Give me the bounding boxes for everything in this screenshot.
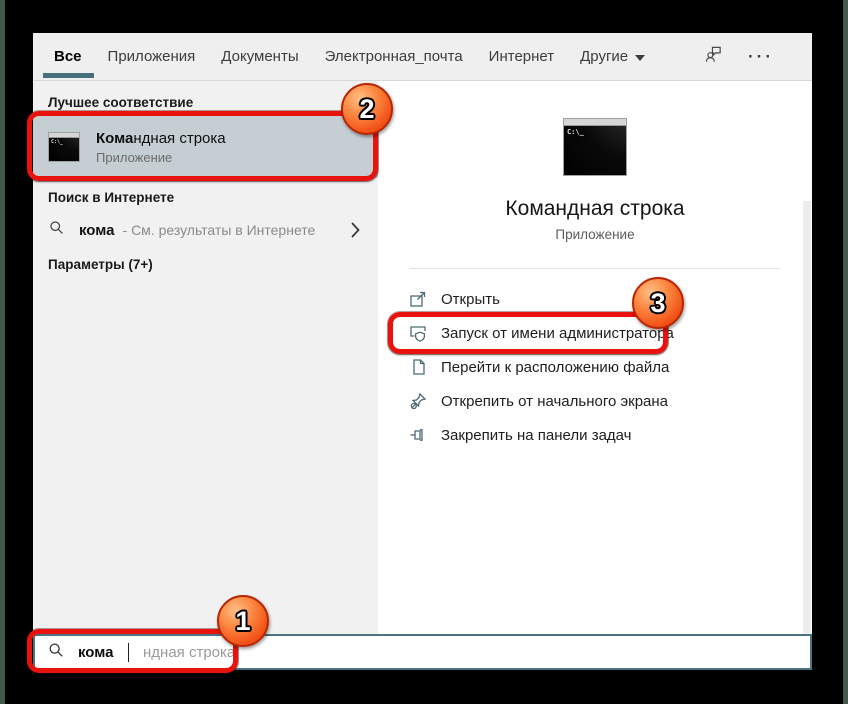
open-in-window-icon	[408, 289, 428, 309]
action-open-label: Открыть	[441, 291, 500, 308]
action-open[interactable]: Открыть	[378, 282, 812, 316]
file-location-icon	[408, 357, 428, 377]
tab-web-label: Интернет	[489, 48, 554, 65]
tab-more-label: Другие	[580, 48, 628, 65]
best-match-header: Лучшее соответствие	[48, 81, 378, 112]
cmd-window-icon-large: C:\_	[563, 118, 627, 176]
search-icon	[48, 219, 65, 241]
feedback-icon[interactable]	[702, 43, 724, 70]
web-search-suggestion[interactable]: кома - См. результаты в Интернете	[33, 212, 378, 248]
windows-search-screenshot: Все Приложения Документы Электронная_поч…	[0, 0, 848, 704]
tab-apps-label: Приложения	[108, 48, 196, 65]
tab-email[interactable]: Электронная_почта	[325, 33, 463, 80]
step-badge-3: 3	[632, 277, 684, 329]
action-pin-to-taskbar[interactable]: Закрепить на панели задач	[378, 418, 812, 452]
details-panel: C:\_ Командная строка Приложение Открыть	[378, 81, 812, 634]
action-open-file-location-label: Перейти к расположению файла	[441, 359, 669, 376]
chevron-right-icon[interactable]	[351, 222, 360, 243]
settings-header[interactable]: Параметры (7+)	[48, 248, 378, 274]
tab-documents[interactable]: Документы	[221, 33, 298, 80]
action-unpin-from-start[interactable]: Открепить от начального экрана	[378, 384, 812, 418]
web-hint-text: - См. результаты в Интернете	[123, 222, 316, 238]
action-open-file-location[interactable]: Перейти к расположению файла	[378, 350, 812, 384]
tab-all-label: Все	[54, 48, 82, 65]
tab-email-label: Электронная_почта	[325, 48, 463, 65]
web-search-header: Поиск в Интернете	[48, 178, 378, 207]
step-badge-2: 2	[341, 83, 393, 135]
tab-apps[interactable]: Приложения	[108, 33, 196, 80]
annotation-box-search-input	[27, 629, 238, 673]
more-options-icon[interactable]: ···	[748, 48, 774, 65]
annotation-box-best-match	[27, 111, 378, 181]
desktop-edge-right	[843, 0, 848, 704]
desktop-edge-left	[0, 0, 5, 704]
tab-documents-label: Документы	[221, 48, 298, 65]
action-pin-to-taskbar-label: Закрепить на панели задач	[441, 427, 632, 444]
tab-all[interactable]: Все	[54, 33, 82, 80]
unpin-icon	[408, 391, 428, 411]
web-query-text: кома	[79, 222, 115, 239]
annotation-box-run-as-admin	[388, 312, 668, 354]
tab-more[interactable]: Другие	[580, 33, 645, 80]
scrollbar-track[interactable]	[803, 201, 811, 634]
step-badge-1: 1	[217, 595, 269, 647]
search-filter-tab-bar: Все Приложения Документы Электронная_поч…	[33, 33, 812, 81]
chevron-down-icon	[635, 48, 645, 65]
tab-web[interactable]: Интернет	[489, 33, 554, 80]
app-type-label: Приложение	[378, 227, 812, 242]
action-unpin-from-start-label: Открепить от начального экрана	[441, 393, 668, 410]
app-title: Командная строка	[378, 197, 812, 221]
tabbar-right-icons: ···	[702, 43, 774, 70]
pin-icon	[408, 425, 428, 445]
action-list: Открыть Запуск от имени администратора	[378, 269, 812, 452]
